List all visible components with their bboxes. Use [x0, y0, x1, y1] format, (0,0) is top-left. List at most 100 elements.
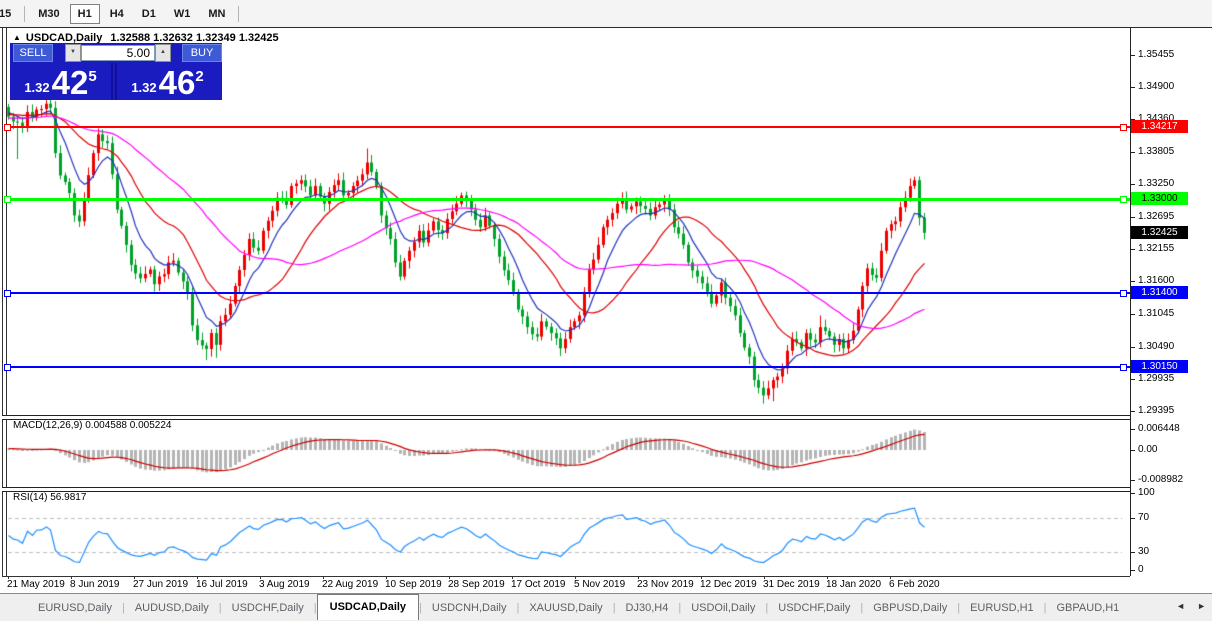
- line-handle[interactable]: [4, 196, 11, 203]
- volume-input[interactable]: 5.00: [81, 45, 155, 61]
- line-handle[interactable]: [1120, 124, 1127, 131]
- line-handle[interactable]: [4, 364, 11, 371]
- timeframe-button-h4[interactable]: H4: [102, 4, 132, 24]
- chart-tab-xauusd-daily[interactable]: XAUUSD,Daily: [519, 597, 612, 619]
- quote-values: 1.32588 1.32632 1.32349 1.32425: [110, 32, 278, 44]
- line-handle[interactable]: [4, 124, 11, 131]
- price-line-label: 1.30150: [1131, 360, 1188, 373]
- chart-tab-usdcad-daily[interactable]: USDCAD,Daily: [317, 594, 419, 620]
- macd-tick-label: -0.008982: [1138, 474, 1183, 485]
- horizontal-line-1.33000[interactable]: [8, 198, 1130, 201]
- trade-controls-row: SELL ▼ 5.00 ▲ BUY: [10, 43, 222, 63]
- chart-tab-usdchf-daily[interactable]: USDCHF,Daily: [222, 597, 314, 619]
- macd-label: MACD(12,26,9) 0.004588 0.005224: [13, 420, 171, 431]
- date-label: 10 Sep 2019: [385, 579, 442, 590]
- price-tick-label: 1.32155: [1138, 243, 1174, 254]
- chart-symbol-period: USDCAD,Daily: [26, 32, 102, 44]
- price-tick-label: 1.29395: [1138, 405, 1174, 416]
- macd-tick-label: 0.00: [1138, 444, 1157, 455]
- sell-price-prefix: 1.32: [24, 80, 49, 95]
- date-label: 8 Jun 2019: [70, 579, 120, 590]
- date-label: 16 Jul 2019: [196, 579, 248, 590]
- macd-tick-dash: [1130, 450, 1135, 451]
- timeframe-button-w1[interactable]: W1: [166, 4, 199, 24]
- chart-tab-gbpusd-daily[interactable]: GBPUSD,Daily: [863, 597, 957, 619]
- chart-tab-eurusd-daily[interactable]: EURUSD,Daily: [28, 597, 122, 619]
- date-label: 6 Feb 2020: [889, 579, 940, 590]
- price-tick-dash: [1130, 55, 1135, 56]
- rsi-tick-label: 100: [1138, 487, 1155, 498]
- date-label: 5 Nov 2019: [574, 579, 625, 590]
- sell-price-sup: 5: [88, 68, 96, 85]
- sell-button[interactable]: SELL: [13, 44, 53, 62]
- timeframe-button-m30[interactable]: M30: [30, 4, 67, 24]
- rsi-panel-separator[interactable]: [2, 487, 1130, 492]
- price-tick-label: 1.29935: [1138, 373, 1174, 384]
- tab-scrollers: ◄ ►: [1176, 600, 1206, 612]
- price-tick-dash: [1130, 217, 1135, 218]
- chart-tab-usdcnh-daily[interactable]: USDCNH,Daily: [422, 597, 517, 619]
- volume-spinner: ▼ 5.00 ▲: [65, 44, 171, 62]
- timeframe-button-d1[interactable]: D1: [134, 4, 164, 24]
- line-handle[interactable]: [1120, 196, 1127, 203]
- horizontal-line-1.31400[interactable]: [8, 292, 1130, 294]
- price-tick-label: 1.30490: [1138, 341, 1174, 352]
- tab-scroll-left-icon[interactable]: ◄: [1176, 600, 1185, 612]
- line-handle[interactable]: [1120, 290, 1127, 297]
- rsi-tick-label: 30: [1138, 546, 1149, 557]
- buy-price-sup: 2: [195, 68, 203, 85]
- rsi-tick-dash: [1130, 518, 1135, 519]
- timeframe-button-15[interactable]: 15: [0, 4, 19, 24]
- timeframe-button-h1[interactable]: H1: [70, 4, 100, 24]
- chart-tab-usdchf-daily[interactable]: USDCHF,Daily: [768, 597, 860, 619]
- price-tick-label: 1.32695: [1138, 211, 1174, 222]
- timeframe-button-mn[interactable]: MN: [200, 4, 233, 24]
- line-handle[interactable]: [1120, 364, 1127, 371]
- buy-price-big: 46: [159, 68, 196, 98]
- mt4-window: 15 M30H1H4D1W1MN ▲ USDCAD,Daily 1.32588 1.3…: [0, 0, 1212, 621]
- rsi-tick-dash: [1130, 552, 1135, 553]
- rsi-label: RSI(14) 56.9817: [13, 492, 86, 503]
- price-tick-dash: [1130, 87, 1135, 88]
- rsi-tick-label: 70: [1138, 512, 1149, 523]
- chart-tab-usdoil-daily[interactable]: USDOil,Daily: [681, 597, 765, 619]
- buy-price-panel[interactable]: 1.32 46 2: [115, 63, 218, 100]
- chart-canvas[interactable]: [0, 28, 1130, 576]
- chart-tab-eurusd-h1[interactable]: EURUSD,H1: [960, 597, 1044, 619]
- date-label: 22 Aug 2019: [322, 579, 378, 590]
- price-tick-label: 1.35455: [1138, 49, 1174, 60]
- collapse-triangle-icon[interactable]: ▲: [13, 33, 21, 42]
- price-tick-label: 1.34900: [1138, 81, 1174, 92]
- date-label: 28 Sep 2019: [448, 579, 505, 590]
- chart-tab-audusd-daily[interactable]: AUDUSD,Daily: [125, 597, 219, 619]
- chart-tab-dj30-h4[interactable]: DJ30,H4: [616, 597, 679, 619]
- buy-price-prefix: 1.32: [131, 80, 156, 95]
- sell-price-panel[interactable]: 1.32 42 5: [10, 63, 113, 100]
- price-tick-dash: [1130, 379, 1135, 380]
- chart-tab-bar: EURUSD,Daily|AUDUSD,Daily|USDCHF,Daily|U…: [0, 593, 1212, 621]
- buy-button[interactable]: BUY: [182, 44, 222, 62]
- rsi-tick-label: 0: [1138, 564, 1144, 575]
- horizontal-line-1.30150[interactable]: [8, 366, 1130, 368]
- date-label: 3 Aug 2019: [259, 579, 310, 590]
- date-label: 21 May 2019: [7, 579, 65, 590]
- chart-tab-gbpaud-h1[interactable]: GBPAUD,H1: [1047, 597, 1130, 619]
- toolbar-separator: [238, 6, 239, 22]
- horizontal-line-1.34217[interactable]: [8, 126, 1130, 128]
- volume-increase-button[interactable]: ▲: [155, 44, 171, 62]
- tab-scroll-right-icon[interactable]: ►: [1197, 600, 1206, 612]
- macd-tick-dash: [1130, 429, 1135, 430]
- toolbar-separator: [24, 6, 25, 22]
- rsi-tick-dash: [1130, 493, 1135, 494]
- date-label: 27 Jun 2019: [133, 579, 188, 590]
- price-tick-label: 1.33805: [1138, 146, 1174, 157]
- date-label: 23 Nov 2019: [637, 579, 694, 590]
- line-handle[interactable]: [4, 290, 11, 297]
- chart-left-border: [2, 28, 7, 576]
- timeframe-toolbar: 15 M30H1H4D1W1MN: [0, 0, 1212, 28]
- price-tick-label: 1.33250: [1138, 178, 1174, 189]
- price-tick-dash: [1130, 152, 1135, 153]
- current-price-label: 1.32425: [1131, 226, 1188, 239]
- volume-decrease-button[interactable]: ▼: [65, 44, 81, 62]
- price-line-label: 1.34217: [1131, 120, 1188, 133]
